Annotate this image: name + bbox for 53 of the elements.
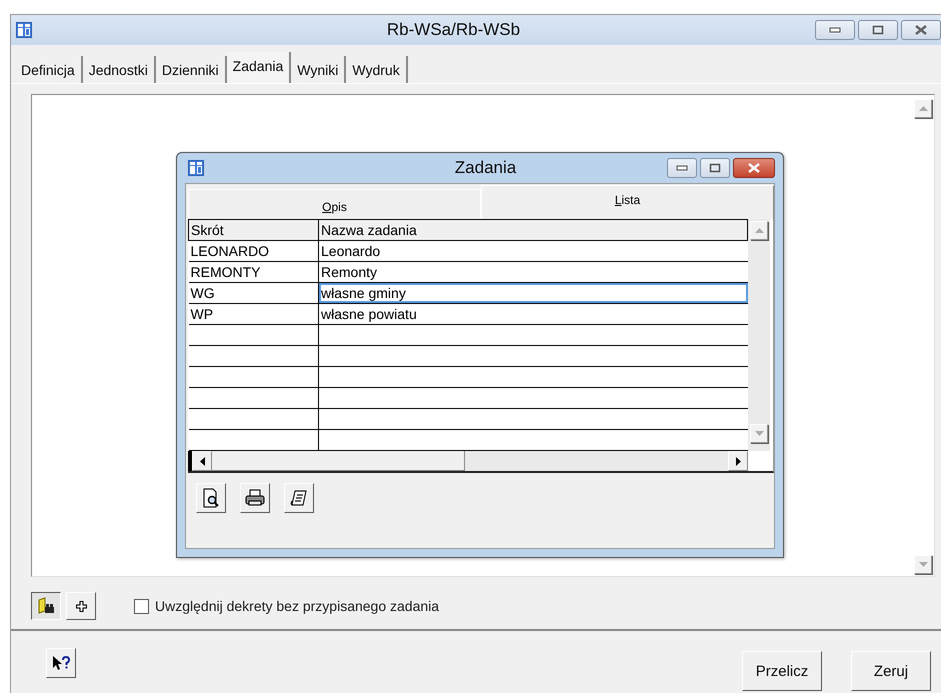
- minimize-icon: [676, 165, 688, 171]
- scroll-down-icon[interactable]: [914, 555, 932, 574]
- table-cell: własne powiatu: [318, 304, 748, 324]
- close-button[interactable]: [901, 20, 941, 40]
- print-button[interactable]: [240, 483, 270, 513]
- action-button[interactable]: Zeruj: [851, 651, 931, 691]
- filter-button[interactable]: [31, 592, 61, 620]
- printer-icon: [245, 489, 265, 507]
- scroll-left-icon[interactable]: [192, 451, 212, 471]
- dialog-title: Zadania: [454, 158, 518, 178]
- help-button[interactable]: [46, 648, 76, 678]
- column-header[interactable]: Skrót: [188, 220, 318, 240]
- scroll-right-icon[interactable]: [728, 451, 748, 471]
- scroll-up-icon[interactable]: [914, 99, 932, 118]
- tab[interactable]: Opis: [188, 189, 481, 219]
- scrollbar[interactable]: [748, 219, 770, 451]
- table-cell: REMONTY: [188, 262, 318, 282]
- maximize-button[interactable]: [858, 20, 898, 40]
- action-button[interactable]: Przelicz: [742, 651, 822, 691]
- minimize-button[interactable]: [667, 158, 697, 178]
- table-cell: WG: [188, 282, 318, 304]
- app-icon: [188, 160, 204, 176]
- table-cell: WP: [188, 304, 318, 324]
- table-cell: LEONARDO: [188, 240, 318, 262]
- scroll-thumb[interactable]: [212, 451, 465, 471]
- scroll-down-icon[interactable]: [750, 424, 768, 443]
- maximize-button[interactable]: [700, 158, 730, 178]
- checkbox[interactable]: [134, 598, 149, 614]
- close-icon: [914, 25, 928, 35]
- table-cell: własne gminy: [318, 282, 748, 304]
- checkbox-label[interactable]: Uwzględnij dekrety bez przypisanego zadania: [155, 598, 440, 614]
- scroll-icon: [290, 489, 308, 507]
- plus-icon: [76, 600, 86, 612]
- minimize-button[interactable]: [815, 20, 855, 40]
- table-cell: Remonty: [318, 262, 748, 282]
- preview-button[interactable]: [196, 483, 226, 513]
- scrollbar[interactable]: [192, 451, 748, 471]
- table-cell: Leonardo: [318, 240, 748, 262]
- column-header[interactable]: Nazwa zadania: [318, 220, 748, 240]
- minimize-icon: [829, 27, 841, 33]
- window-title: Rb-WSa/Rb-WSb: [386, 20, 522, 40]
- close-button[interactable]: [733, 158, 775, 178]
- add-button[interactable]: [66, 592, 96, 620]
- export-button[interactable]: [284, 483, 314, 513]
- magnifier-page-icon: [202, 488, 220, 508]
- maximize-icon: [709, 163, 721, 173]
- help-icon: [52, 655, 70, 671]
- app-icon: [16, 22, 32, 38]
- tab[interactable]: Zadania: [226, 52, 292, 83]
- maximize-icon: [872, 25, 884, 35]
- tab[interactable]: Lista: [481, 185, 774, 219]
- close-icon: [747, 163, 761, 173]
- scroll-up-icon[interactable]: [750, 221, 768, 240]
